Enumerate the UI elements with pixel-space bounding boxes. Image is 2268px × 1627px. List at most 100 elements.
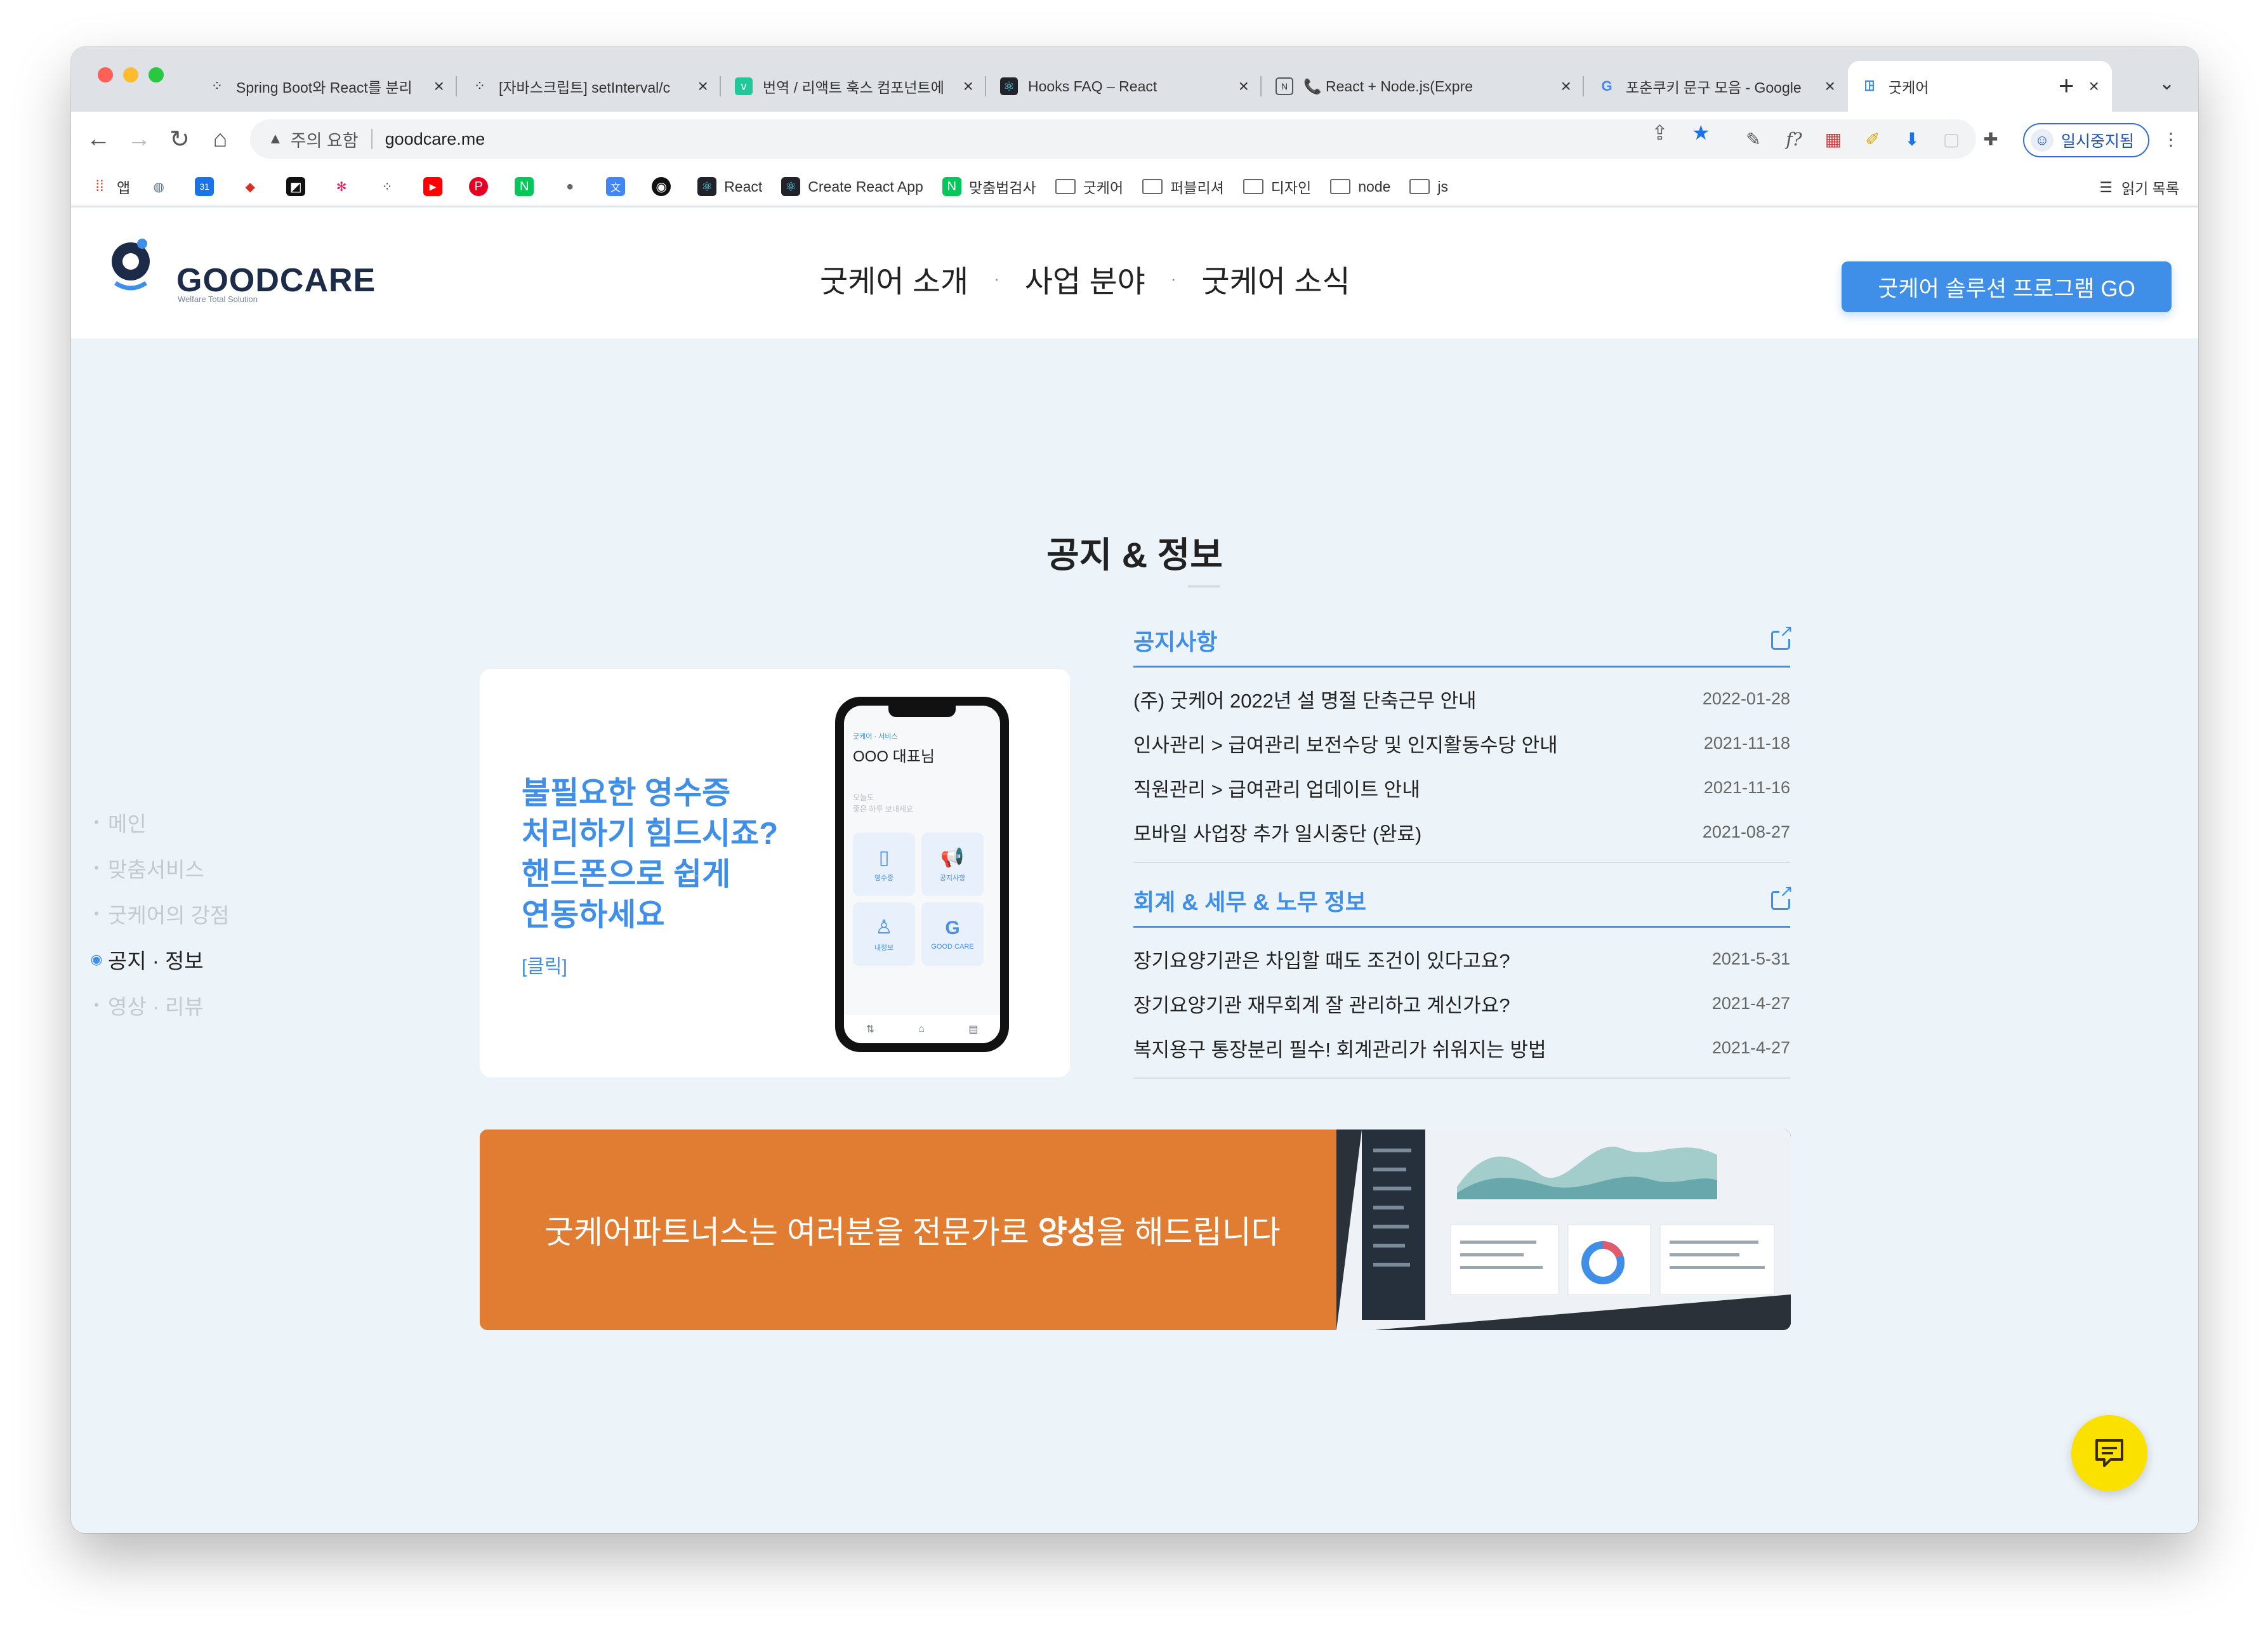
- tab-title: Hooks FAQ – React: [1028, 77, 1157, 95]
- share-icon[interactable]: ⇪: [1651, 121, 1668, 145]
- profile-button[interactable]: ☺ 일시중지됨: [2023, 123, 2150, 157]
- back-icon[interactable]: ←: [82, 123, 114, 155]
- eyedropper-icon[interactable]: ✎: [1740, 126, 1767, 152]
- bookmark-folder-goodcare[interactable]: 굿케어: [1055, 176, 1123, 197]
- nav-separator: ·: [994, 268, 999, 288]
- bookmark-spellcheck[interactable]: N 맞춤법검사: [942, 176, 1036, 197]
- info-row[interactable]: 복지용구 통장분리 필수! 회계관리가 쉬워지는 방법 2021-4-27: [1133, 1025, 1790, 1070]
- tab-4[interactable]: N 📞 React + Node.js(Expre ×: [1263, 61, 1584, 112]
- info-title: 복지용구 통장분리 필수! 회계관리가 쉬워지는 방법: [1133, 1038, 1546, 1061]
- bookmark-translate[interactable]: 文: [606, 177, 633, 196]
- notice-row[interactable]: (주) 굿케어 2022년 설 명절 단축근무 안내 2022-01-28: [1133, 676, 1790, 721]
- info-row[interactable]: 장기요양기관 재무회계 잘 관리하고 계신가요? 2021-4-27: [1133, 981, 1790, 1025]
- partners-banner[interactable]: 굿케어파트너스는 여러분을 전문가로 양성을 해드립니다: [480, 1130, 1791, 1330]
- tab-2[interactable]: v 번역 / 리액트 훅스 컴포넌트에 ×: [722, 61, 986, 112]
- solution-program-button[interactable]: 굿케어 솔루션 프로그램 GO: [1842, 261, 2172, 312]
- bookmark-site-1[interactable]: ◍: [149, 177, 176, 196]
- bookmark-label: js: [1437, 178, 1449, 195]
- close-window-button[interactable]: [98, 67, 113, 82]
- bookmark-folder-design[interactable]: 디자인: [1243, 176, 1311, 197]
- external-link-icon[interactable]: [1771, 622, 1793, 650]
- bookmark-pinterest[interactable]: P: [469, 177, 496, 196]
- bookmark-folder-node[interactable]: node: [1330, 178, 1390, 195]
- notice-row[interactable]: 인사관리 > 급여관리 보전수당 및 인지활동수당 안내 2021-11-18: [1133, 721, 1790, 765]
- puzzle-icon[interactable]: ✚: [1977, 126, 2004, 152]
- bookmark-star-icon[interactable]: ★: [1692, 121, 1710, 145]
- address-bar[interactable]: ▲ 주의 요함 goodcare.me: [250, 119, 1976, 159]
- goodcare-logo[interactable]: GOODCARE Welfare Total Solution: [103, 230, 375, 304]
- bookmark-tistory[interactable]: ⁘: [378, 177, 404, 196]
- font-finder-icon[interactable]: f?: [1781, 126, 1807, 152]
- velog-icon: v: [735, 77, 753, 95]
- bookmark-folder-publisher[interactable]: 퍼블리셔: [1142, 176, 1224, 197]
- notice-board-header: 공지사항: [1133, 614, 1793, 668]
- bookmark-folder-js[interactable]: js: [1409, 178, 1448, 195]
- new-tab-button[interactable]: +: [2059, 70, 2074, 102]
- bookmark-site-2[interactable]: ◆: [241, 177, 267, 196]
- bookmark-slack[interactable]: ✻: [332, 177, 359, 196]
- calendar-extension-icon[interactable]: ▦: [1820, 126, 1847, 152]
- url-text[interactable]: goodcare.me: [385, 129, 485, 149]
- chevron-down-icon[interactable]: ⌄: [2159, 72, 2175, 95]
- reload-icon[interactable]: ↻: [164, 123, 195, 155]
- side-nav-custom-service[interactable]: • 맞춤서비스: [89, 845, 229, 891]
- notice-row[interactable]: 모바일 사업장 추가 일시중단 (완료) 2021-08-27: [1133, 810, 1790, 854]
- close-tab-icon[interactable]: ×: [1239, 76, 1249, 96]
- more-menu-icon[interactable]: ⋮: [2158, 126, 2184, 152]
- bookmark-create-react-app[interactable]: ⚛ Create React App: [781, 177, 923, 196]
- fullscreen-window-button[interactable]: [148, 67, 164, 82]
- highlighter-icon[interactable]: ✐: [1859, 126, 1886, 152]
- tab-3[interactable]: ⚛ Hooks FAQ – React ×: [987, 61, 1262, 112]
- bookmark-calendar[interactable]: 31: [195, 177, 221, 196]
- bookmark-youtube[interactable]: ▶: [423, 177, 450, 196]
- side-nav-video-review[interactable]: • 영상 · 리뷰: [89, 982, 229, 1028]
- chat-button[interactable]: [2071, 1415, 2147, 1491]
- promo-click-link[interactable]: [클릭]: [522, 951, 567, 978]
- grid-extension-icon[interactable]: ▢: [1938, 126, 1965, 152]
- close-tab-icon[interactable]: ×: [1825, 76, 1835, 96]
- minimize-window-button[interactable]: [123, 67, 138, 82]
- bookmark-site-3[interactable]: ◩: [286, 177, 313, 196]
- tab-1[interactable]: ⁘ [자바스크립트] setInterval/c ×: [458, 61, 721, 112]
- logo-subtitle: Welfare Total Solution: [178, 294, 258, 304]
- side-nav-main[interactable]: • 메인: [89, 800, 229, 845]
- google-icon: G: [1601, 78, 1612, 94]
- external-link-icon[interactable]: [1771, 882, 1793, 910]
- close-tab-icon[interactable]: ×: [434, 76, 444, 96]
- nav-about[interactable]: 굿케어 소개: [820, 256, 968, 301]
- bookmark-github[interactable]: ◉: [652, 177, 678, 196]
- bookmark-apple[interactable]: ●: [560, 177, 587, 196]
- close-tab-icon[interactable]: ×: [963, 76, 973, 96]
- phone-tab-bar: ⇅ ⌂ ▤: [844, 1015, 1000, 1043]
- nav-business[interactable]: 사업 분야: [1025, 256, 1145, 301]
- reading-list-button[interactable]: ☰ 읽기 목록: [2099, 176, 2179, 198]
- side-nav-notice-info[interactable]: ◉ 공지 · 정보: [89, 937, 229, 982]
- greeting-line: 좋은 하루 보내세요: [853, 805, 913, 814]
- forward-icon[interactable]: →: [123, 123, 155, 155]
- notice-board-title[interactable]: 공지사항: [1133, 624, 1217, 657]
- extension-icon[interactable]: ⬇: [1899, 126, 1925, 152]
- promo-line: 핸드폰으로 쉽게: [522, 857, 731, 892]
- info-row[interactable]: 장기요양기관은 차입할 때도 조건이 있다고요? 2021-5-31: [1133, 937, 1790, 981]
- bookmark-apps[interactable]: ⁞⁞ 앱: [90, 176, 130, 197]
- notice-row[interactable]: 직원관리 > 급여관리 업데이트 안내 2021-11-16: [1133, 765, 1790, 810]
- security-warning[interactable]: 주의 요함: [291, 127, 359, 152]
- browser-window: ⁘ Spring Boot와 React를 분리 × ⁘ [자바스크립트] se…: [71, 47, 2198, 1533]
- app-promo-card[interactable]: 불필요한 영수증 처리하기 힘드시죠? 핸드폰으로 쉽게 연동하세요 [클릭] …: [480, 669, 1070, 1077]
- tab-title: 굿케어: [1889, 79, 1929, 96]
- info-board-title[interactable]: 회계 & 세무 & 노무 정보: [1133, 884, 1366, 917]
- tab-0[interactable]: ⁘ Spring Boot와 React를 분리 ×: [195, 61, 457, 112]
- bookmark-naver[interactable]: N: [515, 177, 541, 196]
- close-tab-icon[interactable]: ×: [698, 76, 708, 96]
- nav-news[interactable]: 굿케어 소식: [1201, 256, 1350, 301]
- close-tab-icon[interactable]: ×: [2089, 76, 2099, 96]
- close-tab-icon[interactable]: ×: [1561, 76, 1571, 96]
- tab-5[interactable]: G 포춘쿠키 문구 모음 - Google ×: [1585, 61, 1848, 112]
- dashboard-laptop-image: [1336, 1130, 1791, 1330]
- side-nav-strengths[interactable]: • 굿케어의 강점: [89, 891, 229, 937]
- tile-label: 영수증: [874, 874, 894, 882]
- info-date: 2021-4-27: [1711, 1037, 1790, 1057]
- bookmark-react[interactable]: ⚛ React: [697, 177, 762, 196]
- site-icon-2: ◆: [245, 180, 255, 194]
- home-icon[interactable]: ⌂: [204, 123, 236, 155]
